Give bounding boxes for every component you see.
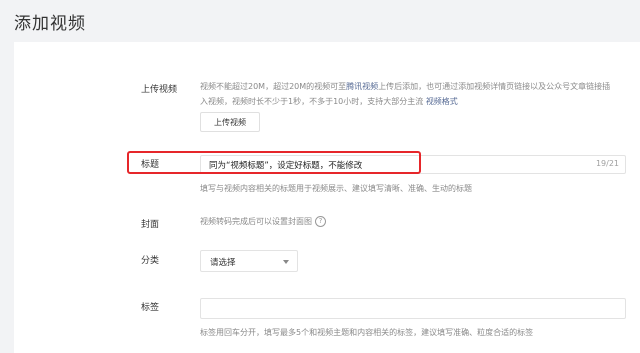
tags-hint: 标签用回车分开，填写最多5个和视频主题和内容相关的标签，建议填写准确、粒度合适的…: [200, 328, 534, 337]
question-circle-icon[interactable]: ?: [315, 216, 326, 227]
cover-description: 视频转码完成后可以设置封面图?: [200, 214, 326, 229]
title-char-counter: 19/21: [595, 159, 619, 168]
upload-video-button[interactable]: 上传视频: [200, 112, 260, 132]
upload-desc-text-3: 入视频，视频时长不少于1秒，不多于10小时，支持大部分主流: [200, 97, 426, 106]
upload-desc-text-1: 视频不能超过20M，超过20M的视频可至: [200, 82, 347, 91]
tags-label: 标签: [141, 303, 160, 313]
tags-input[interactable]: [200, 298, 626, 319]
upload-label: 上传视频: [141, 85, 178, 95]
category-label: 分类: [141, 256, 160, 266]
upload-description: 视频不能超过20M，超过20M的视频可至腾讯视频上传后添加，也可通过添加视频详情…: [200, 79, 620, 109]
category-select[interactable]: 请选择: [200, 250, 298, 272]
video-format-link[interactable]: 视频格式: [426, 97, 458, 106]
page-title: 添加视频: [14, 14, 86, 34]
cover-desc-text: 视频转码完成后可以设置封面图: [200, 217, 312, 226]
chevron-down-icon: [283, 260, 289, 264]
cover-label: 封面: [141, 220, 160, 230]
title-hint: 填写与视频内容相关的标题用于视频展示、建议填写清晰、准确、生动的标题: [200, 184, 472, 193]
form-card: 上传视频 视频不能超过20M，超过20M的视频可至腾讯视频上传后添加，也可通过添…: [14, 42, 640, 353]
tencent-video-link[interactable]: 腾讯视频: [346, 82, 378, 91]
category-selected-value: 请选择: [210, 258, 236, 268]
title-highlight-box: [127, 151, 421, 174]
upload-desc-text-2: 上传后添加，也可通过添加视频详情页链接以及公众号文章链接插: [378, 82, 611, 91]
